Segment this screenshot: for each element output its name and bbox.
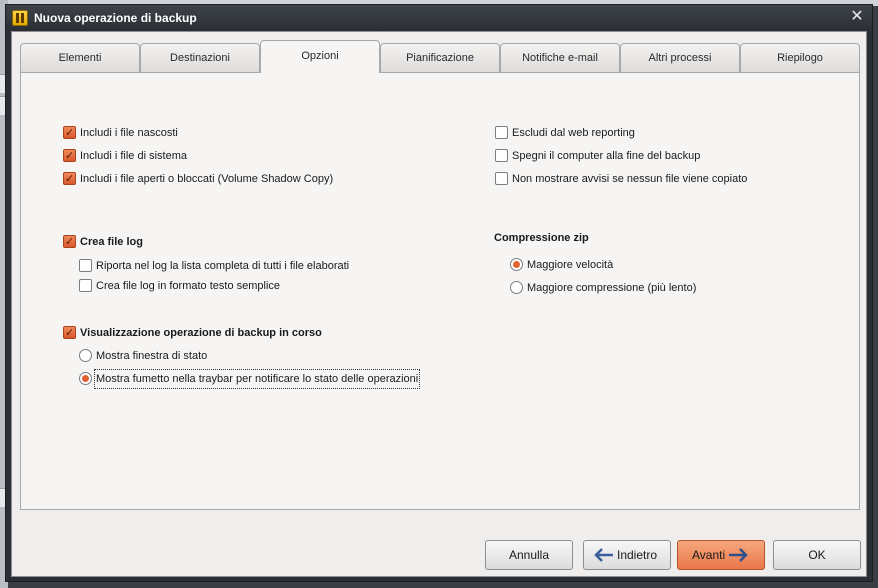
- checkbox-label: Non mostrare avvisi se nessun file viene…: [512, 173, 748, 185]
- tab-destinazioni[interactable]: Destinazioni: [140, 43, 260, 72]
- zip-compression-title: Compressione zip: [494, 232, 589, 244]
- radio-label: Maggiore compressione (più lento): [527, 282, 697, 294]
- close-icon[interactable]: ✕: [848, 8, 866, 26]
- back-button-label: Indietro: [617, 548, 658, 562]
- radio-selected-icon: [79, 372, 92, 385]
- app-icon: [12, 10, 28, 26]
- dialog-client: Elementi Destinazioni Opzioni Pianificaz…: [11, 31, 867, 577]
- radio-label: Mostra fumetto nella traybar per notific…: [93, 369, 421, 389]
- checkbox-checked-icon: [63, 125, 76, 141]
- checkbox-label: Includi i file di sistema: [80, 150, 187, 162]
- tab-altri-processi[interactable]: Altri processi: [620, 43, 740, 72]
- checkbox-unchecked-icon: [495, 149, 508, 162]
- checkbox-label: Escludi dal web reporting: [512, 127, 635, 139]
- radio-unselected-icon: [79, 349, 92, 362]
- checkbox-unchecked-icon: [79, 259, 92, 272]
- next-button[interactable]: Avanti: [677, 540, 765, 570]
- next-button-label: Avanti: [692, 548, 726, 562]
- tab-elementi[interactable]: Elementi: [20, 43, 140, 72]
- checkbox-checked-icon: [63, 148, 76, 164]
- cancel-button[interactable]: Annulla: [485, 540, 573, 570]
- checkbox-checked-icon: [63, 171, 76, 187]
- tab-riepilogo[interactable]: Riepilogo: [740, 43, 860, 72]
- checkbox-label: Crea file log: [80, 236, 143, 248]
- backup-dialog: Nuova operazione di backup ✕ Elementi De…: [5, 4, 873, 582]
- checkbox-label: Crea file log in formato testo semplice: [96, 280, 281, 292]
- checkbox-label: Visualizzazione operazione di backup in …: [80, 327, 322, 339]
- checkbox-checked-icon: [63, 325, 76, 341]
- radio-unselected-icon: [510, 281, 523, 294]
- checkbox-label: Includi i file aperti o bloccati (Volume…: [80, 173, 334, 185]
- checkbox-unchecked-icon: [495, 126, 508, 139]
- checkbox-label: Spegni il computer alla fine del backup: [512, 150, 701, 162]
- arrow-right-icon: [729, 548, 748, 562]
- checkbox-checked-icon: [63, 234, 76, 250]
- radio-label: Mostra finestra di stato: [96, 350, 208, 362]
- ok-button[interactable]: OK: [773, 540, 861, 570]
- checkbox-unchecked-icon: [495, 172, 508, 185]
- title-bar[interactable]: Nuova operazione di backup ✕: [6, 5, 872, 31]
- tab-pianificazione[interactable]: Pianificazione: [380, 43, 500, 72]
- tab-bar: Elementi Destinazioni Opzioni Pianificaz…: [20, 40, 860, 73]
- radio-label: Maggiore velocità: [527, 259, 614, 271]
- radio-selected-icon: [510, 258, 523, 271]
- tab-notifiche-email[interactable]: Notifiche e-mail: [500, 43, 620, 72]
- options-panel: Includi i file nascosti Includi i file d…: [20, 72, 860, 510]
- arrow-left-icon: [594, 548, 613, 562]
- checkbox-unchecked-icon: [79, 279, 92, 292]
- checkbox-label: Riporta nel log la lista completa di tut…: [96, 260, 350, 272]
- checkbox-label: Includi i file nascosti: [80, 127, 178, 139]
- back-button[interactable]: Indietro: [583, 540, 671, 570]
- window-title: Nuova operazione di backup: [34, 11, 197, 25]
- tab-opzioni[interactable]: Opzioni: [260, 40, 380, 73]
